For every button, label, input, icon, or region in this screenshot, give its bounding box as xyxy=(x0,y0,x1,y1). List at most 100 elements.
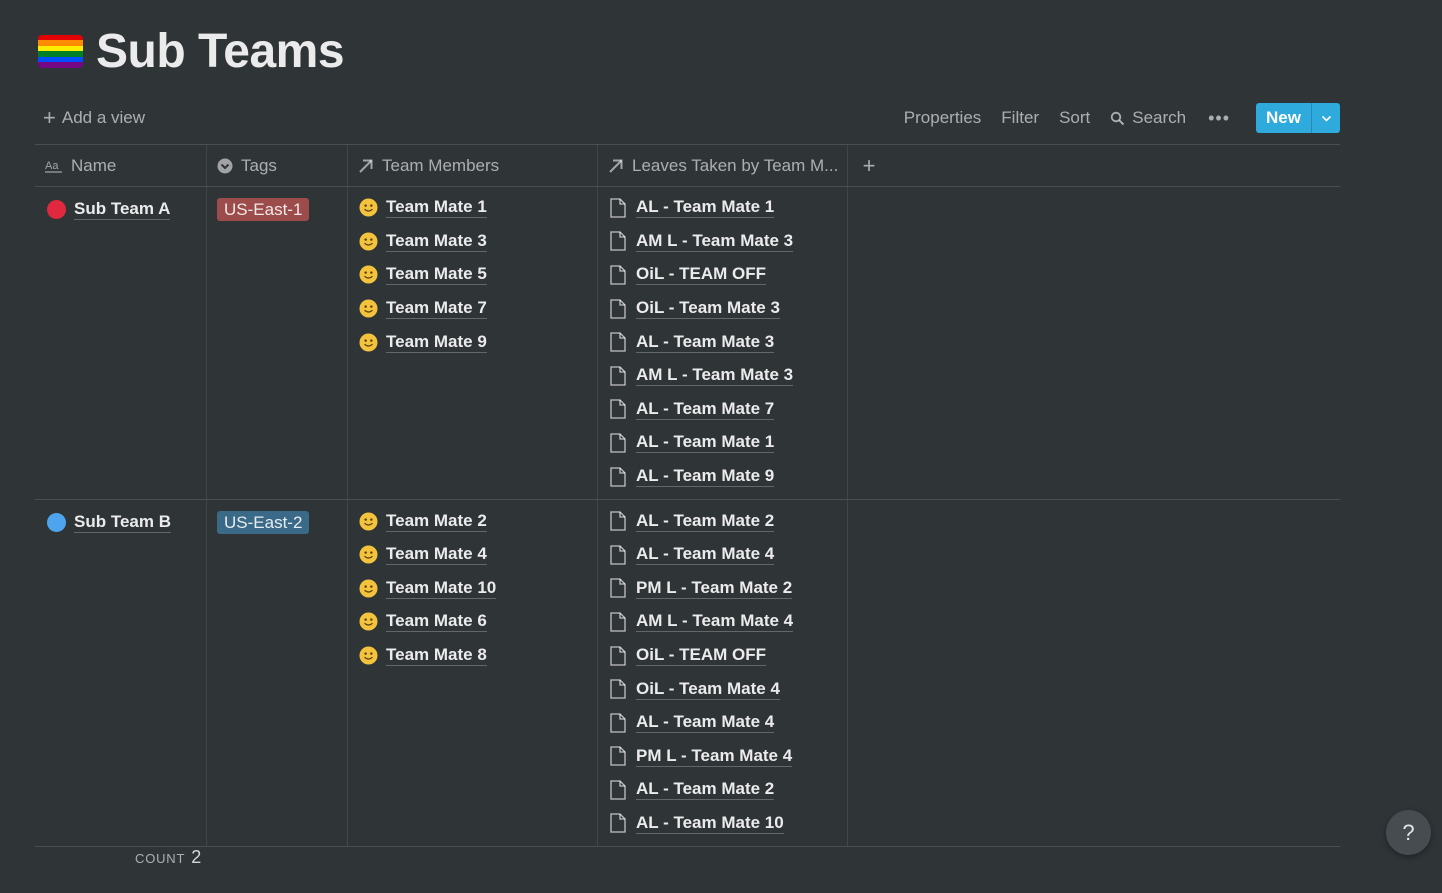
leave-link[interactable]: AM L - Team Mate 3 xyxy=(608,359,837,393)
leave-link[interactable]: AM L - Team Mate 4 xyxy=(608,605,837,639)
team-member-link[interactable]: Team Mate 6 xyxy=(358,605,587,639)
leave-title[interactable]: AM L - Team Mate 3 xyxy=(636,231,794,252)
leave-link[interactable]: AL - Team Mate 2 xyxy=(608,504,837,538)
leave-link[interactable]: AL - Team Mate 2 xyxy=(608,773,837,807)
name-cell[interactable]: Sub Team A xyxy=(35,187,207,500)
team-member-name[interactable]: Team Mate 9 xyxy=(386,332,487,353)
column-header-tags[interactable]: Tags xyxy=(207,145,348,186)
leave-title[interactable]: AM L - Team Mate 4 xyxy=(636,611,794,633)
leave-title[interactable]: AL - Team Mate 3 xyxy=(636,332,775,353)
page-icon xyxy=(608,578,628,598)
table-row[interactable]: Sub Team B US-East-2 Team Mate 2 Team Mate … xyxy=(35,500,1340,848)
team-member-name[interactable]: Team Mate 1 xyxy=(386,197,487,219)
new-button-group: New xyxy=(1256,103,1340,133)
leave-title[interactable]: AM L - Team Mate 3 xyxy=(636,365,794,387)
add-column-button[interactable]: + xyxy=(848,145,890,186)
team-member-name[interactable]: Team Mate 8 xyxy=(386,645,487,667)
leave-link[interactable]: OiL - TEAM OFF xyxy=(608,258,837,292)
search-button[interactable]: Search xyxy=(1100,103,1196,133)
team-member-name[interactable]: Team Mate 10 xyxy=(386,578,497,599)
new-button[interactable]: New xyxy=(1256,103,1311,133)
page-header: Sub Teams xyxy=(38,24,345,79)
team-members-cell[interactable]: Team Mate 1 Team Mate 3 Team Mate 5 Team Ma… xyxy=(348,187,598,500)
leave-title[interactable]: AL - Team Mate 10 xyxy=(636,813,784,834)
leave-title[interactable]: AL - Team Mate 1 xyxy=(636,197,775,219)
leave-title[interactable]: AL - Team Mate 2 xyxy=(636,779,775,801)
leave-title[interactable]: AL - Team Mate 9 xyxy=(636,466,775,488)
leave-link[interactable]: AL - Team Mate 3 xyxy=(608,325,837,359)
row-title[interactable]: Sub Team B xyxy=(74,512,171,533)
leave-link[interactable]: OiL - Team Mate 3 xyxy=(608,292,837,326)
column-header-team-members[interactable]: Team Members xyxy=(348,145,598,186)
leave-title[interactable]: OiL - Team Mate 4 xyxy=(636,679,780,700)
leave-link[interactable]: AL - Team Mate 4 xyxy=(608,538,837,572)
properties-button[interactable]: Properties xyxy=(894,103,991,133)
table-row[interactable]: Sub Team A US-East-1 Team Mate 1 Team Mate … xyxy=(35,187,1340,501)
leave-link[interactable]: AM L - Team Mate 3 xyxy=(608,225,837,259)
leave-link[interactable]: OiL - Team Mate 4 xyxy=(608,672,837,706)
sort-button[interactable]: Sort xyxy=(1049,103,1100,133)
team-member-link[interactable]: Team Mate 7 xyxy=(358,292,587,326)
leave-link[interactable]: AL - Team Mate 1 xyxy=(608,426,837,460)
leave-link[interactable]: AL - Team Mate 7 xyxy=(608,393,837,427)
leave-link[interactable]: PM L - Team Mate 4 xyxy=(608,740,837,774)
leave-title[interactable]: AL - Team Mate 7 xyxy=(636,399,775,420)
leave-title[interactable]: OiL - TEAM OFF xyxy=(636,645,767,667)
tag-badge[interactable]: US-East-1 xyxy=(217,198,310,221)
smiley-face-icon xyxy=(358,231,378,251)
team-member-name[interactable]: Team Mate 6 xyxy=(386,611,487,633)
team-member-name[interactable]: Team Mate 4 xyxy=(386,544,487,566)
team-member-name[interactable]: Team Mate 2 xyxy=(386,511,487,532)
team-member-name[interactable]: Team Mate 3 xyxy=(386,231,487,252)
row-title[interactable]: Sub Team A xyxy=(74,199,171,220)
new-dropdown-button[interactable] xyxy=(1311,103,1340,133)
count-calculation[interactable]: COUNT 2 xyxy=(135,847,201,868)
team-member-link[interactable]: Team Mate 9 xyxy=(358,325,587,359)
leaves-cell[interactable]: AL - Team Mate 2 AL - Team Mate 4 PM L - T… xyxy=(598,500,848,847)
page-title[interactable]: Sub Teams xyxy=(96,24,345,79)
leave-title[interactable]: PM L - Team Mate 4 xyxy=(636,746,793,767)
tags-cell[interactable]: US-East-2 xyxy=(207,500,348,847)
team-members-cell[interactable]: Team Mate 2 Team Mate 4 Team Mate 10 Team M… xyxy=(348,500,598,847)
team-member-link[interactable]: Team Mate 5 xyxy=(358,258,587,292)
leaves-cell[interactable]: AL - Team Mate 1 AM L - Team Mate 3 OiL - … xyxy=(598,187,848,500)
team-member-name[interactable]: Team Mate 7 xyxy=(386,298,487,320)
rainbow-flag-icon[interactable] xyxy=(38,34,83,68)
leave-link[interactable]: PM L - Team Mate 2 xyxy=(608,572,837,606)
leave-link[interactable]: AL - Team Mate 4 xyxy=(608,706,837,740)
team-member-link[interactable]: Team Mate 3 xyxy=(358,225,587,259)
column-header-name[interactable]: Aa Name xyxy=(35,145,207,186)
leave-title[interactable]: OiL - Team Mate 3 xyxy=(636,298,780,320)
team-member-link[interactable]: Team Mate 8 xyxy=(358,639,587,673)
team-member-link[interactable]: Team Mate 1 xyxy=(358,191,587,225)
plus-icon: + xyxy=(43,105,56,130)
name-cell[interactable]: Sub Team B xyxy=(35,500,207,847)
leave-link[interactable]: AL - Team Mate 9 xyxy=(608,460,837,494)
smiley-face-icon xyxy=(358,545,378,565)
column-header-label: Tags xyxy=(241,155,277,175)
team-member-name[interactable]: Team Mate 5 xyxy=(386,264,487,286)
tags-cell[interactable]: US-East-1 xyxy=(207,187,348,500)
leave-link[interactable]: AL - Team Mate 1 xyxy=(608,191,837,225)
smiley-face-icon xyxy=(358,198,378,218)
leave-link[interactable]: OiL - TEAM OFF xyxy=(608,639,837,673)
add-view-button[interactable]: + Add a view xyxy=(35,102,153,134)
page-icon xyxy=(608,231,628,252)
leave-title[interactable]: OiL - TEAM OFF xyxy=(636,264,767,286)
leave-title[interactable]: AL - Team Mate 1 xyxy=(636,432,775,454)
column-header-leaves-taken[interactable]: Leaves Taken by Team M... xyxy=(598,145,848,186)
team-member-link[interactable]: Team Mate 2 xyxy=(358,504,587,538)
filter-button[interactable]: Filter xyxy=(991,103,1049,133)
team-member-link[interactable]: Team Mate 10 xyxy=(358,572,587,606)
leave-title[interactable]: PM L - Team Mate 2 xyxy=(636,578,793,599)
tag-badge[interactable]: US-East-2 xyxy=(217,511,310,535)
help-button[interactable]: ? xyxy=(1386,810,1431,855)
leave-title[interactable]: AL - Team Mate 4 xyxy=(636,544,775,566)
leave-title[interactable]: AL - Team Mate 2 xyxy=(636,511,775,532)
team-member-link[interactable]: Team Mate 4 xyxy=(358,538,587,572)
page-icon xyxy=(608,545,628,565)
page-icon xyxy=(608,399,628,420)
more-options-button[interactable]: ••• xyxy=(1196,103,1242,133)
leave-title[interactable]: AL - Team Mate 4 xyxy=(636,712,775,734)
column-header-label: Leaves Taken by Team M... xyxy=(632,155,839,175)
